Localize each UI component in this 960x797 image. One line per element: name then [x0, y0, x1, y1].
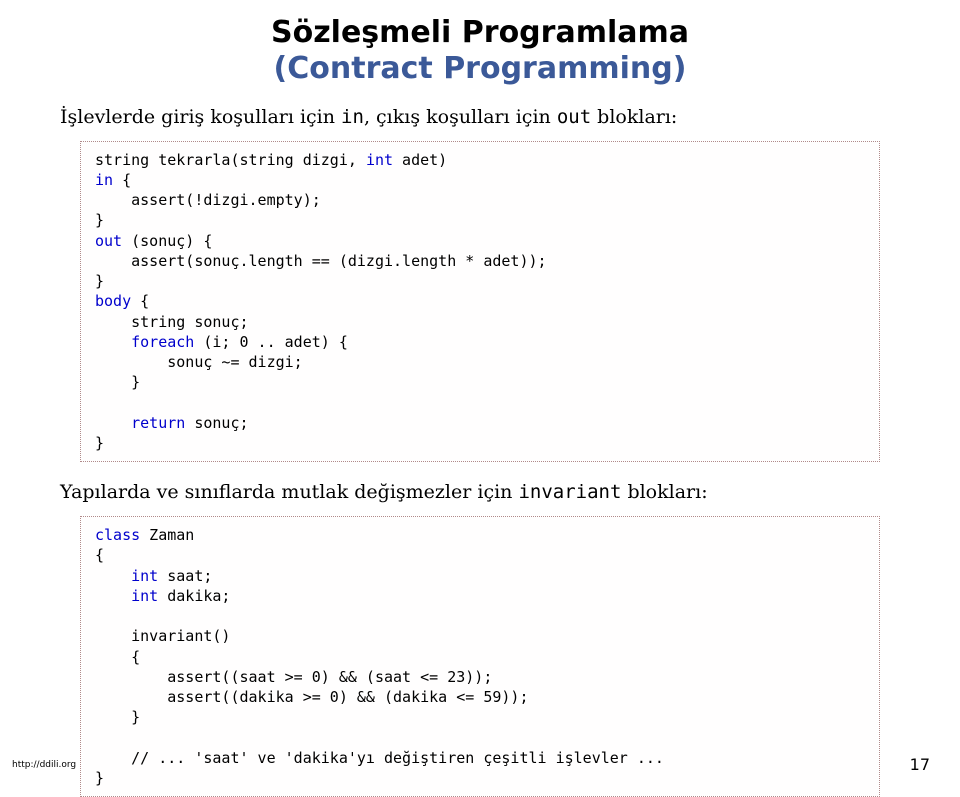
c2-l10: } [95, 708, 140, 726]
c1-l4: } [95, 211, 104, 229]
paragraph-1: İşlevlerde giriş koşulları için in, çıkı… [60, 105, 900, 131]
paragraph-2: Yapılarda ve sınıflarda mutlak değişmezl… [60, 480, 900, 506]
c1-l10c: (i; 0 .. adet) { [194, 333, 348, 351]
c1-l5a: out [95, 232, 122, 250]
c2-l13: } [95, 769, 104, 787]
c1-l1a: string tekrarla(string dizgi, [95, 151, 366, 169]
footer-page-number: 17 [910, 755, 930, 774]
p1-t2: , çıkış koşulları için [364, 106, 557, 128]
c2-l2: { [95, 546, 104, 564]
page-title-sub: (Contract Programming) [60, 51, 900, 87]
c1-l14c: sonuç; [185, 414, 248, 432]
c1-l5b: (sonuç) { [122, 232, 212, 250]
title-block: Sözleşmeli Programlama (Contract Program… [60, 15, 900, 87]
c1-l6: assert(sonuç.length == (dizgi.length * a… [95, 252, 547, 270]
c1-l1b: int [366, 151, 393, 169]
c2-l9: assert((dakika >= 0) && (dakika <= 59)); [95, 688, 528, 706]
c2-l12: // ... 'saat' ve 'dakika'yı değiştiren ç… [95, 749, 664, 767]
page-title-main: Sözleşmeli Programlama [60, 15, 900, 51]
c2-l4a [95, 587, 131, 605]
c1-l10b: foreach [131, 333, 194, 351]
c2-l3b: int [131, 567, 158, 585]
inline-code-out: out [557, 106, 591, 128]
inline-code-in: in [341, 106, 364, 128]
c1-l8b: { [131, 292, 149, 310]
inline-code-invariant: invariant [518, 481, 621, 503]
c2-l4b: int [131, 587, 158, 605]
c2-l3a [95, 567, 131, 585]
c1-l11: sonuç ~= dizgi; [95, 353, 303, 371]
c1-l10a [95, 333, 131, 351]
c2-l8: assert((saat >= 0) && (saat <= 23)); [95, 668, 492, 686]
p1-t3: blokları: [591, 106, 677, 128]
c1-l15: } [95, 434, 104, 452]
c1-l14b: return [131, 414, 185, 432]
c2-l7: { [95, 648, 140, 666]
p2-t2: blokları: [621, 481, 707, 503]
c1-l2b: { [113, 171, 131, 189]
code-block-1: string tekrarla(string dizgi, int adet) … [80, 141, 880, 463]
c2-l4c: dakika; [158, 587, 230, 605]
c1-l7: } [95, 272, 104, 290]
c1-l8a: body [95, 292, 131, 310]
c1-l12: } [95, 373, 140, 391]
c1-l9: string sonuç; [95, 313, 249, 331]
c1-l1c: adet) [393, 151, 447, 169]
c1-l3: assert(!dizgi.empty); [95, 191, 321, 209]
c2-l1b: Zaman [140, 526, 194, 544]
c1-l2a: in [95, 171, 113, 189]
c2-l6: invariant() [95, 627, 230, 645]
p1-t1: İşlevlerde giriş koşulları için [60, 106, 341, 128]
c2-l3c: saat; [158, 567, 212, 585]
c2-l1a: class [95, 526, 140, 544]
code-block-2: class Zaman { int saat; int dakika; inva… [80, 516, 880, 797]
p2-t1: Yapılarda ve sınıflarda mutlak değişmezl… [60, 481, 518, 503]
c1-l14a [95, 414, 131, 432]
footer-url: http://ddili.org [12, 760, 76, 770]
